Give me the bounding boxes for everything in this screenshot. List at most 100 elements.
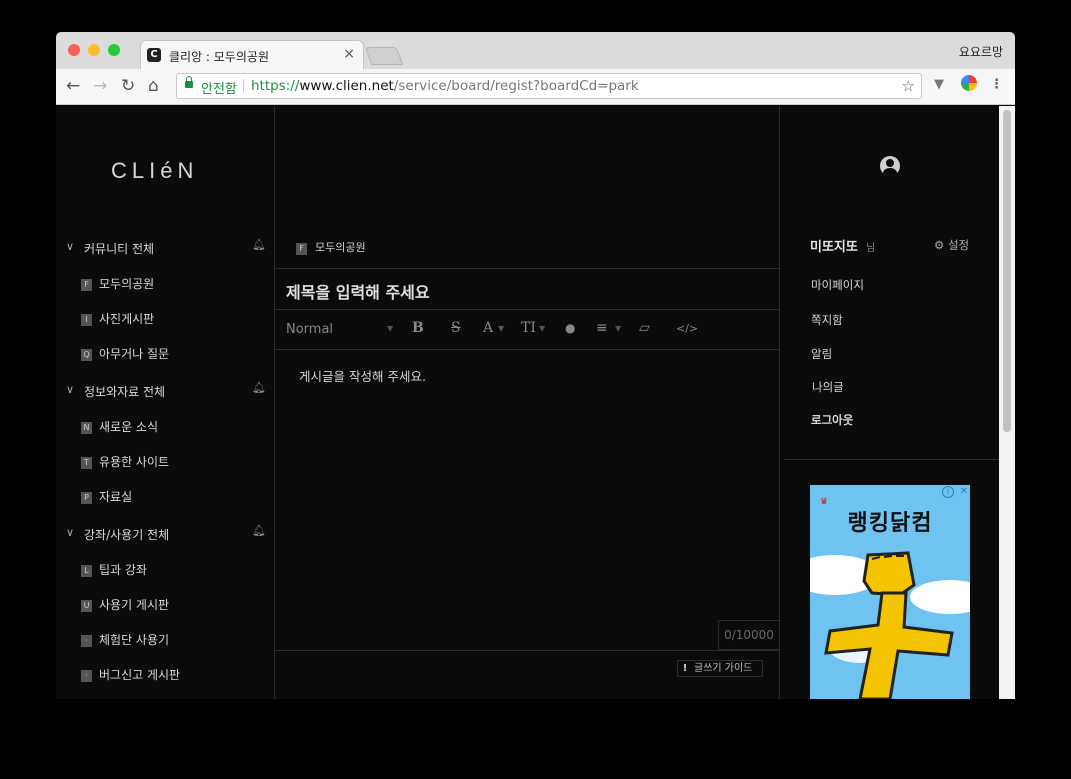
chevron-down-icon: ∨ [66, 383, 75, 396]
sidebar-item-label: 아무거나 질문 [99, 347, 170, 361]
eraser-icon[interactable]: ▱ [639, 320, 650, 336]
breadcrumb[interactable]: F 모두의공원 [296, 239, 366, 255]
gear-icon: ⚙ [934, 238, 948, 252]
board-badge: I [81, 314, 92, 326]
reload-icon[interactable]: ↻ [121, 77, 135, 95]
sidebar-item-archive[interactable]: P 자료실 [81, 488, 261, 506]
font-color-icon[interactable]: A [483, 320, 493, 336]
bookmark-star-icon[interactable]: ☆ [902, 77, 915, 95]
sidebar-item-label: 모두의공원 [99, 277, 155, 291]
sidebar-section-label: 정보와자료 전체 [84, 385, 166, 399]
board-badge: F [296, 243, 307, 255]
settings-link[interactable]: ⚙ 설정 [934, 237, 969, 253]
sidebar-item-news[interactable]: N 새로운 소식 [81, 418, 261, 436]
scrollbar-thumb[interactable] [1003, 110, 1011, 432]
sidebar-item-label: 새로운 소식 [99, 420, 159, 434]
settings-label: 설정 [947, 238, 970, 252]
caret-down-icon: ▼ [387, 324, 394, 333]
tab-title: 클리앙 : 모두의공원 [169, 50, 269, 64]
sidebar-item-label: 버그신고 게시판 [99, 668, 181, 682]
sidebar-item-park[interactable]: F 모두의공원 [81, 275, 261, 293]
chevron-down-icon: ∨ [66, 526, 75, 539]
ad-mascot-graphic [824, 551, 954, 699]
browser-tab-active[interactable]: C 클리앙 : 모두의공원 × [140, 40, 364, 70]
sidebar-item-tips[interactable]: L 팁과 강좌 [81, 561, 261, 579]
url-host: www.clien.net [299, 78, 394, 94]
body-placeholder[interactable]: 게시글을 작성해 주세요. [299, 366, 426, 385]
url-path: /service/board/regist?boardCd=park [393, 78, 639, 94]
sidebar-item-photo[interactable]: I 사진게시판 [81, 310, 261, 328]
sidebar-item-label: 팁과 강좌 [99, 563, 147, 577]
caret-down-icon: ▼ [615, 324, 622, 333]
chevron-down-icon: ∨ [66, 240, 75, 253]
forward-arrow-icon[interactable]: → [93, 77, 107, 95]
home-icon[interactable]: ⌂ [148, 77, 159, 95]
sidebar-section-lectures[interactable]: ∨ 강좌/사용기 전체 🔔︎ [66, 524, 266, 546]
board-badge: T [81, 457, 92, 469]
menu-mypage[interactable]: 마이페이지 [811, 277, 864, 293]
board-badge: · [81, 670, 92, 682]
user-honorific: 님 [866, 243, 876, 254]
sidebar-section-community[interactable]: ∨ 커뮤니티 전체 🔔︎ [66, 238, 266, 260]
sidebar-section-info[interactable]: ∨ 정보와자료 전체 🔔︎ [66, 381, 266, 403]
new-tab-button[interactable] [364, 47, 404, 65]
close-window-button[interactable] [68, 44, 80, 56]
board-badge: U [81, 600, 92, 612]
user-name[interactable]: 미또지또 [810, 236, 858, 255]
font-size-icon[interactable]: TI [521, 320, 536, 336]
bell-icon[interactable]: 🔔︎ [252, 524, 266, 537]
back-arrow-icon[interactable]: ← [66, 77, 80, 95]
background-color-icon[interactable]: ● [565, 321, 575, 335]
bell-icon[interactable]: 🔔︎ [252, 381, 266, 394]
maximize-window-button[interactable] [108, 44, 120, 56]
sidebar: CLIéN ∨ 커뮤니티 전체 🔔︎ F 모두의공원 I 사진게시판 Q 아무거나 질… [56, 106, 275, 699]
caret-down-icon: ▼ [539, 324, 546, 333]
sidebar-item-bug-report[interactable]: · 버그신고 게시판 [81, 666, 261, 684]
address-bar[interactable]: 안전함 https://www.clien.net/service/board/… [176, 73, 922, 99]
sidebar-item-label: 사진게시판 [99, 312, 155, 326]
sidebar-item-question[interactable]: Q 아무거나 질문 [81, 345, 261, 363]
board-badge: Q [81, 349, 92, 361]
vivaldi-extension-icon[interactable]: ▼ [934, 77, 944, 92]
sidebar-item-reviews[interactable]: U 사용기 게시판 [81, 596, 261, 614]
format-select[interactable]: Normal [286, 322, 333, 337]
user-avatar-icon[interactable] [880, 156, 900, 176]
bell-icon[interactable]: 🔔︎ [252, 238, 266, 251]
sidebar-item-label: 체험단 사용기 [99, 633, 170, 647]
browser-menu-icon[interactable]: ⋮ [990, 77, 1003, 92]
code-view-icon[interactable]: </> [676, 322, 698, 335]
profile-name[interactable]: 요요르망 [959, 43, 1003, 60]
browser-window: C 클리앙 : 모두의공원 × 요요르망 ← → ↻ ⌂ 안전함 https:/… [56, 32, 1015, 699]
sidebar-section-label: 커뮤니티 전체 [84, 242, 155, 256]
clien-favicon-icon: C [147, 48, 161, 62]
title-placeholder: 제목을 입력해 주세요 [286, 283, 430, 302]
page-scrollbar[interactable] [999, 106, 1015, 699]
ad-info-icon[interactable]: i [942, 486, 954, 498]
sidebar-item-useful-sites[interactable]: T 유용한 사이트 [81, 453, 261, 471]
tab-close-icon[interactable]: × [343, 46, 355, 62]
align-icon[interactable]: ≡ [596, 320, 608, 336]
writing-guide-label: 글쓰기 가이드 [694, 663, 753, 674]
exclamation-icon: ! [682, 663, 688, 674]
sidebar-item-label: 유용한 사이트 [99, 455, 170, 469]
editor-toolbar: Normal ▼ B S A ▼ TI ▼ ● ≡ ▼ ▱ </> [275, 310, 779, 350]
address-divider [243, 79, 244, 93]
strikethrough-icon[interactable]: S [451, 320, 461, 336]
menu-logout[interactable]: 로그아웃 [811, 412, 853, 428]
ad-close-icon[interactable]: ✕ [960, 486, 968, 497]
title-input[interactable]: 제목을 입력해 주세요 [275, 268, 779, 310]
menu-my-posts[interactable]: 나의글 [812, 379, 844, 395]
advertisement-banner[interactable]: i ✕ ♛ 랭킹닭컴 [810, 485, 970, 699]
chrome-extension-icon[interactable] [961, 75, 977, 91]
url-text[interactable]: https://www.clien.net/service/board/regi… [251, 78, 639, 94]
writing-guide-button[interactable]: ! 글쓰기 가이드 [677, 660, 763, 677]
sidebar-section-label: 강좌/사용기 전체 [84, 528, 170, 542]
menu-messages[interactable]: 쪽지함 [811, 312, 843, 328]
menu-notifications[interactable]: 알림 [811, 346, 832, 362]
sidebar-item-trial-reviews[interactable]: · 체험단 사용기 [81, 631, 261, 649]
bold-icon[interactable]: B [412, 320, 424, 336]
clien-logo[interactable]: CLIéN [111, 158, 198, 184]
secure-label: 안전함 [201, 82, 237, 97]
minimize-window-button[interactable] [88, 44, 100, 56]
user-panel: 미또지또 님 ⚙ 설정 마이페이지 쪽지함 알림 나의글 로그아웃 i ✕ ♛ … [780, 106, 999, 699]
